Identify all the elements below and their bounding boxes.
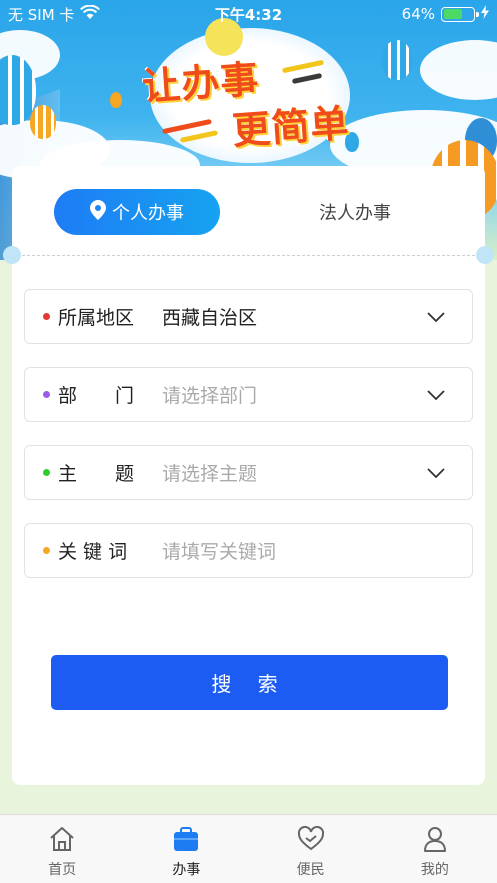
ticket-notch xyxy=(3,246,21,264)
chevron-down-icon[interactable] xyxy=(416,297,456,337)
search-card: 个人办事 法人办事 所属地区 西藏自治区 部 门 请选择部门 主 题 请选择主题 xyxy=(3,166,494,785)
tabbar-label-services: 办事 xyxy=(172,862,201,878)
search-button[interactable]: 搜 索 xyxy=(51,655,448,710)
department-select[interactable]: 部 门 请选择部门 xyxy=(24,367,473,422)
tab-legal-entity-label: 法人办事 xyxy=(319,203,391,224)
department-placeholder: 请选择部门 xyxy=(162,385,258,407)
keyword-input[interactable]: 关 键 词 请填写关键词 xyxy=(24,523,473,578)
tabbar-item-mine[interactable]: 我的 xyxy=(373,815,497,883)
required-dot xyxy=(43,547,50,554)
department-label: 部 门 xyxy=(58,385,135,407)
status-bar: 无 SIM 卡 下午4:32 64% xyxy=(0,0,497,28)
tabbar-item-services[interactable]: 办事 xyxy=(124,815,248,883)
dashed-divider xyxy=(12,255,485,256)
home-icon xyxy=(48,825,76,857)
cloud xyxy=(420,40,497,100)
keyword-label: 关 键 词 xyxy=(58,541,128,563)
tab-personal-label: 个人办事 xyxy=(112,203,184,224)
tabbar-item-home[interactable]: 首页 xyxy=(0,815,124,883)
required-dot xyxy=(43,391,50,398)
topic-placeholder: 请选择主题 xyxy=(162,463,258,485)
region-label: 所属地区 xyxy=(58,307,135,329)
topic-select[interactable]: 主 题 请选择主题 xyxy=(24,445,473,500)
region-select[interactable]: 所属地区 西藏自治区 xyxy=(24,289,473,344)
required-dot xyxy=(43,313,50,320)
topic-label: 主 题 xyxy=(58,463,135,485)
bottom-tab-bar: 首页 办事 便民 我的 xyxy=(0,814,497,883)
ticket-notch xyxy=(476,246,494,264)
tabbar-label-home: 首页 xyxy=(48,862,77,878)
user-icon xyxy=(421,825,449,857)
chevron-down-icon[interactable] xyxy=(416,375,456,415)
tab-legal-entity[interactable]: 法人办事 xyxy=(272,189,438,235)
service-type-tabs: 个人办事 法人办事 xyxy=(3,166,494,264)
tab-personal[interactable]: 个人办事 xyxy=(54,189,220,235)
chevron-down-icon[interactable] xyxy=(416,453,456,493)
briefcase-icon xyxy=(172,825,200,857)
heart-icon xyxy=(297,825,325,857)
battery-icon xyxy=(441,6,479,22)
banner-title-line2: 更简单 xyxy=(230,100,351,154)
balloon-icon xyxy=(110,92,122,108)
tabbar-label-convenience: 便民 xyxy=(296,862,325,878)
required-dot xyxy=(43,469,50,476)
keyword-placeholder[interactable]: 请填写关键词 xyxy=(162,537,472,564)
status-time: 下午4:32 xyxy=(214,5,283,24)
balloon-icon xyxy=(382,40,412,80)
tabbar-item-convenience[interactable]: 便民 xyxy=(249,815,373,883)
tabbar-label-mine: 我的 xyxy=(420,862,449,878)
balloon-icon xyxy=(30,105,56,139)
location-pin-icon xyxy=(90,199,106,225)
region-value: 西藏自治区 xyxy=(162,307,258,329)
